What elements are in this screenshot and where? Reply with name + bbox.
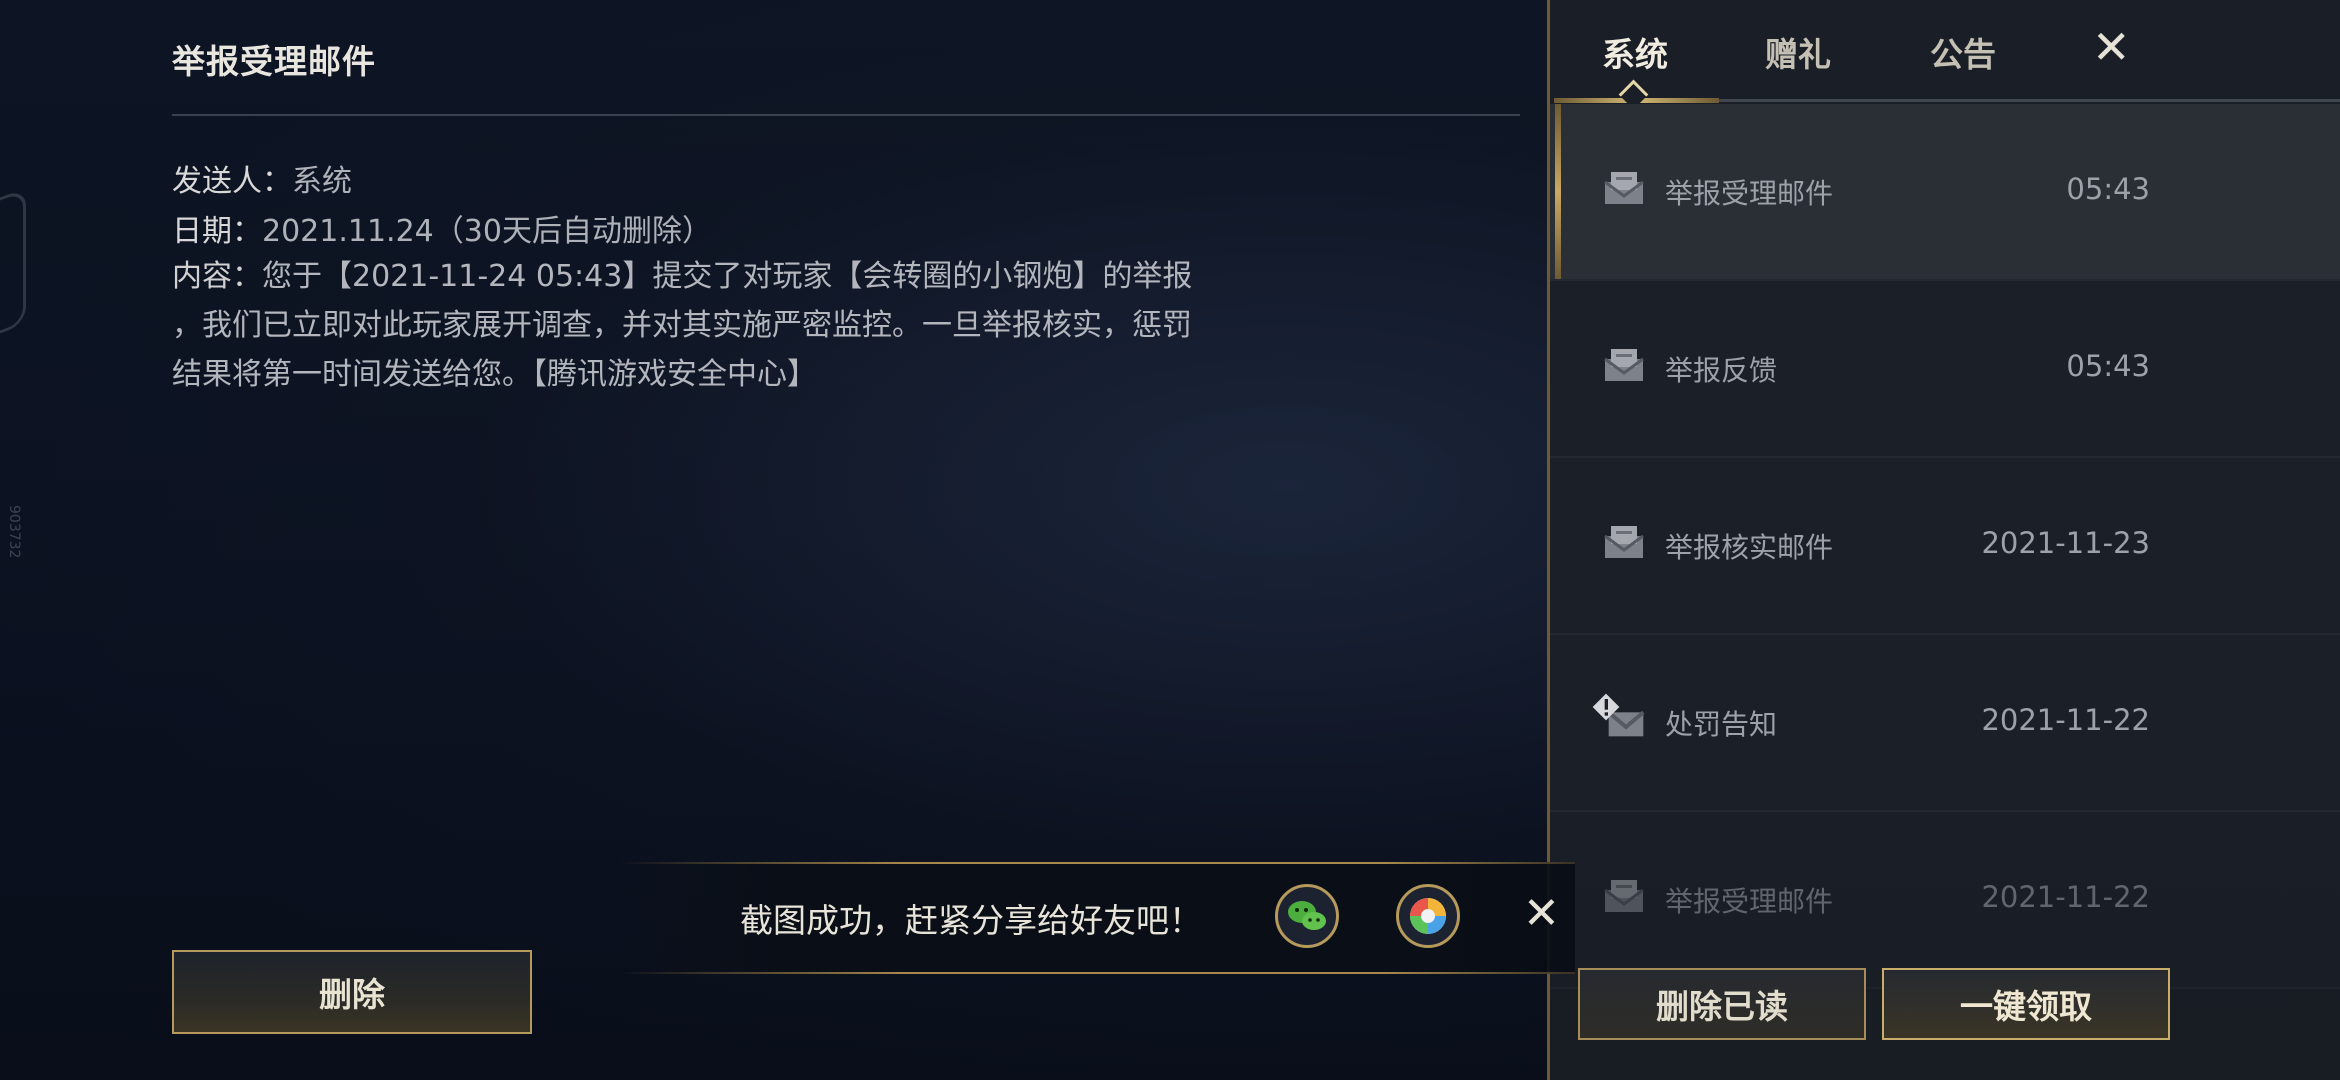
mail-icon xyxy=(1604,172,1644,204)
mail-list-item[interactable]: 举报受理邮件 05:43 xyxy=(1550,104,2340,281)
title-divider xyxy=(172,114,1520,116)
mail-icon xyxy=(1604,880,1644,912)
mail-list-item[interactable]: 举报受理邮件 2021-11-22 xyxy=(1550,812,2340,989)
share-wechat-button[interactable] xyxy=(1275,884,1339,948)
screenshot-toast: 截图成功，赶紧分享给好友吧！ ✕ xyxy=(620,862,1575,974)
content-text-1: 您于【2021-11-24 05:43】提交了对玩家【会转圈的小钢炮】的举报 xyxy=(262,259,1193,294)
mail-item-title: 处罚告知 xyxy=(1665,708,1778,741)
content-text-3: 结果将第一时间发送给您。【腾讯游戏安全中心】 xyxy=(172,357,817,392)
content-text-2: ，我们已立即对此玩家展开调查，并对其实施严密监控。一旦举报核实，惩罚 xyxy=(172,308,1192,343)
mail-date: 日期：2021.11.24（30天后自动删除） xyxy=(172,206,712,250)
close-icon[interactable]: ✕ xyxy=(2092,20,2131,74)
toast-border-top xyxy=(620,862,1575,864)
tab-system[interactable]: 系统 xyxy=(1602,28,1668,76)
mail-item-title: 举报受理邮件 xyxy=(1665,885,1834,918)
mail-icon xyxy=(1604,349,1644,381)
tab-gift[interactable]: 赠礼 xyxy=(1765,28,1831,76)
sender-label: 发送人： xyxy=(172,164,292,199)
mail-sender: 发送人：系统 xyxy=(172,156,352,200)
warning-mail-icon xyxy=(1592,693,1645,737)
mail-list-item[interactable]: 举报核实邮件 2021-11-23 xyxy=(1550,458,2340,635)
moments-icon xyxy=(1410,898,1446,934)
toast-border-bottom xyxy=(620,972,1575,974)
mail-item-time: 2021-11-22 xyxy=(1981,703,2150,737)
mail-item-time: 2021-11-23 xyxy=(1981,526,2150,560)
mail-item-title: 举报受理邮件 xyxy=(1665,177,1834,210)
toast-message: 截图成功，赶紧分享给好友吧！ xyxy=(740,901,1202,940)
content-label: 内容： xyxy=(172,259,262,294)
toast-close-icon[interactable]: ✕ xyxy=(1523,888,1560,939)
mail-list-panel: 系统 赠礼 公告 ✕ 举报受理邮件 05:43 举报反馈 05:43 举报核实邮… xyxy=(1550,0,2340,1080)
mail-icon xyxy=(1604,526,1644,558)
mail-detail-title: 举报受理邮件 xyxy=(172,42,376,81)
mail-item-title: 举报反馈 xyxy=(1665,354,1778,387)
mail-item-time: 05:43 xyxy=(2066,349,2150,383)
claim-all-button[interactable]: 一键领取 xyxy=(1882,968,2170,1040)
mail-list-item[interactable]: 举报反馈 05:43 xyxy=(1550,281,2340,458)
share-moments-button[interactable] xyxy=(1396,884,1460,948)
mail-list-item[interactable]: 处罚告知 2021-11-22 xyxy=(1550,635,2340,812)
mail-item-time: 2021-11-22 xyxy=(1981,880,2150,914)
delete-read-button[interactable]: 删除已读 xyxy=(1578,968,1866,1040)
mail-content: 内容：您于【2021-11-24 05:43】提交了对玩家【会转圈的小钢炮】的举… xyxy=(172,252,1252,399)
mail-list: 举报受理邮件 05:43 举报反馈 05:43 举报核实邮件 2021-11-2… xyxy=(1550,104,2340,989)
mail-item-time: 05:43 xyxy=(2066,172,2150,206)
mail-item-title: 举报核实邮件 xyxy=(1665,531,1834,564)
content-line: 内容：您于【2021-11-24 05:43】提交了对玩家【会转圈的小钢炮】的举… xyxy=(172,252,1252,301)
date-label: 日期： xyxy=(172,214,262,249)
side-id-label: 903732 xyxy=(6,505,22,559)
date-value: 2021.11.24（30天后自动删除） xyxy=(262,214,712,249)
tabs-bar: 系统 赠礼 公告 ✕ xyxy=(1550,0,2340,110)
wechat-icon xyxy=(1288,901,1326,930)
delete-mail-button[interactable]: 删除 xyxy=(172,950,532,1034)
tab-notice[interactable]: 公告 xyxy=(1930,28,1996,76)
sender-value: 系统 xyxy=(292,164,352,199)
